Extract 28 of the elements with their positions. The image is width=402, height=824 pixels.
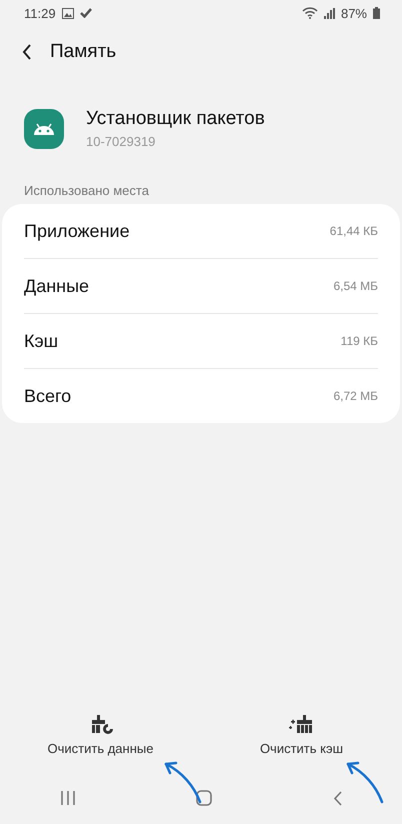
storage-value: 6,54 МБ <box>333 279 378 293</box>
wifi-icon <box>302 7 318 19</box>
storage-value: 6,72 МБ <box>333 389 378 403</box>
clear-button[interactable]: Очистить данные <box>20 715 180 756</box>
annotation-arrow <box>346 762 384 804</box>
app-version: 10-7029319 <box>86 134 156 149</box>
back-icon[interactable] <box>22 44 32 60</box>
android-app-icon <box>24 108 64 148</box>
storage-value: 61,44 КБ <box>330 224 378 238</box>
image-icon <box>62 8 74 18</box>
clear-button[interactable]: Очистить кэш <box>222 715 382 756</box>
section-label: Использовано места <box>23 183 150 198</box>
storage-label: Всего <box>24 386 72 406</box>
storage-label: Кэш <box>24 330 58 352</box>
storage-value: 119 КБ <box>340 334 378 348</box>
annotation-arrow <box>164 762 202 804</box>
check-icon <box>80 8 92 18</box>
storage-label: Данные <box>24 276 90 296</box>
broom-icon <box>288 715 314 735</box>
signal-icon <box>324 8 335 18</box>
page-title: Память <box>50 41 116 63</box>
battery-icon <box>373 7 380 19</box>
recents-icon[interactable] <box>60 791 74 805</box>
battery-percent: 87% <box>340 6 367 20</box>
status-time: 11:29 <box>24 6 56 20</box>
storage-label: Приложение <box>24 220 130 242</box>
home-icon[interactable] <box>196 790 212 806</box>
app-name: Установщик пакетов <box>86 108 265 130</box>
